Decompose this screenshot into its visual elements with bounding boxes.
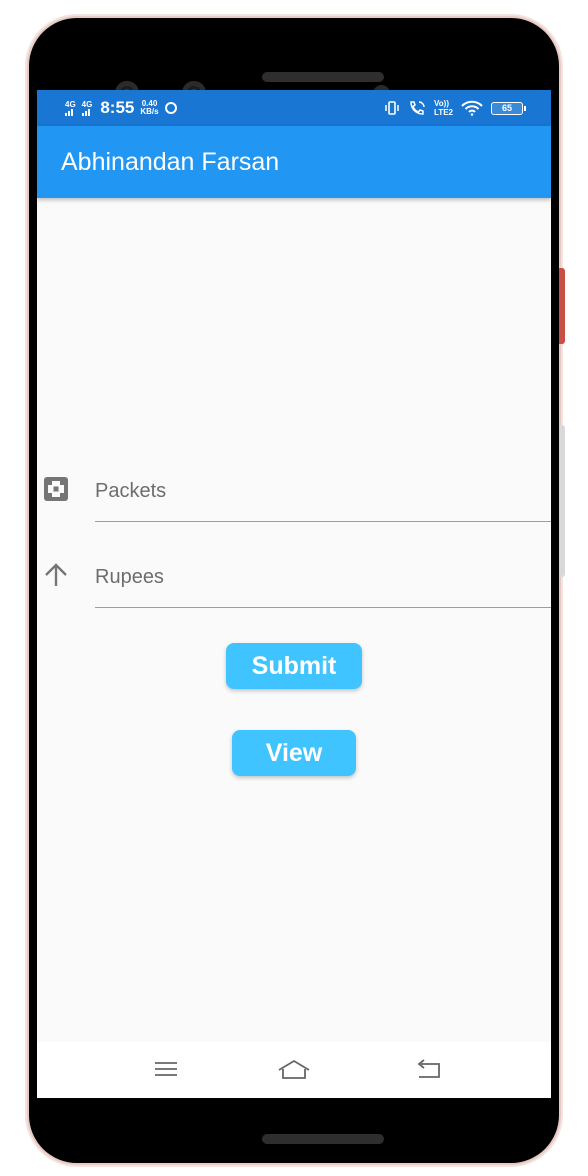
box-icon — [44, 477, 68, 501]
packets-field[interactable]: Packets — [37, 462, 551, 522]
bottom-speaker — [262, 1134, 384, 1144]
battery-icon: 65 — [491, 101, 526, 115]
menu-icon[interactable] — [151, 1054, 181, 1084]
whatsapp-icon — [164, 102, 177, 114]
network-label-2: 4G — [81, 99, 93, 109]
screen: 4G 4G 8:55 0.40 KB/s Vo)) LTE2 65 Abhina… — [37, 90, 551, 1098]
status-left: 4G 4G 8:55 0.40 KB/s — [65, 90, 177, 126]
network-speed: 0.40 KB/s — [140, 100, 158, 116]
power-button — [559, 268, 565, 344]
home-icon[interactable] — [277, 1054, 311, 1084]
top-speaker — [262, 72, 384, 82]
rupees-underline — [95, 606, 551, 608]
battery-level: 65 — [501, 103, 512, 113]
vibrate-icon — [385, 101, 399, 115]
wifi-icon — [461, 100, 483, 116]
volte-bottom: LTE2 — [434, 108, 453, 117]
packets-placeholder: Packets — [95, 480, 167, 502]
rupees-field[interactable]: Rupees — [37, 548, 551, 608]
signal-icon: 4G — [65, 99, 76, 116]
volte-top: Vo)) — [434, 99, 449, 108]
page-title: Abhinandan Farsan — [61, 148, 280, 176]
rupees-placeholder: Rupees — [95, 566, 164, 588]
status-bar: 4G 4G 8:55 0.40 KB/s Vo)) LTE2 65 — [37, 90, 551, 126]
arrow-up-icon — [45, 563, 67, 586]
network-label-1: 4G — [65, 99, 76, 109]
back-icon[interactable] — [413, 1054, 443, 1084]
clock: 8:55 — [100, 98, 135, 117]
signal-icon: 4G — [81, 99, 93, 116]
volte-indicator: Vo)) LTE2 — [434, 99, 453, 117]
app-bar: Abhinandan Farsan — [37, 126, 551, 198]
submit-button[interactable]: Submit — [226, 643, 362, 689]
speed-unit: KB/s — [140, 107, 159, 116]
packets-underline — [95, 520, 551, 522]
volume-button — [560, 425, 565, 577]
status-right: Vo)) LTE2 65 — [384, 90, 526, 126]
view-button[interactable]: View — [232, 730, 356, 776]
navigation-bar — [37, 1042, 551, 1098]
call-icon — [410, 101, 425, 115]
